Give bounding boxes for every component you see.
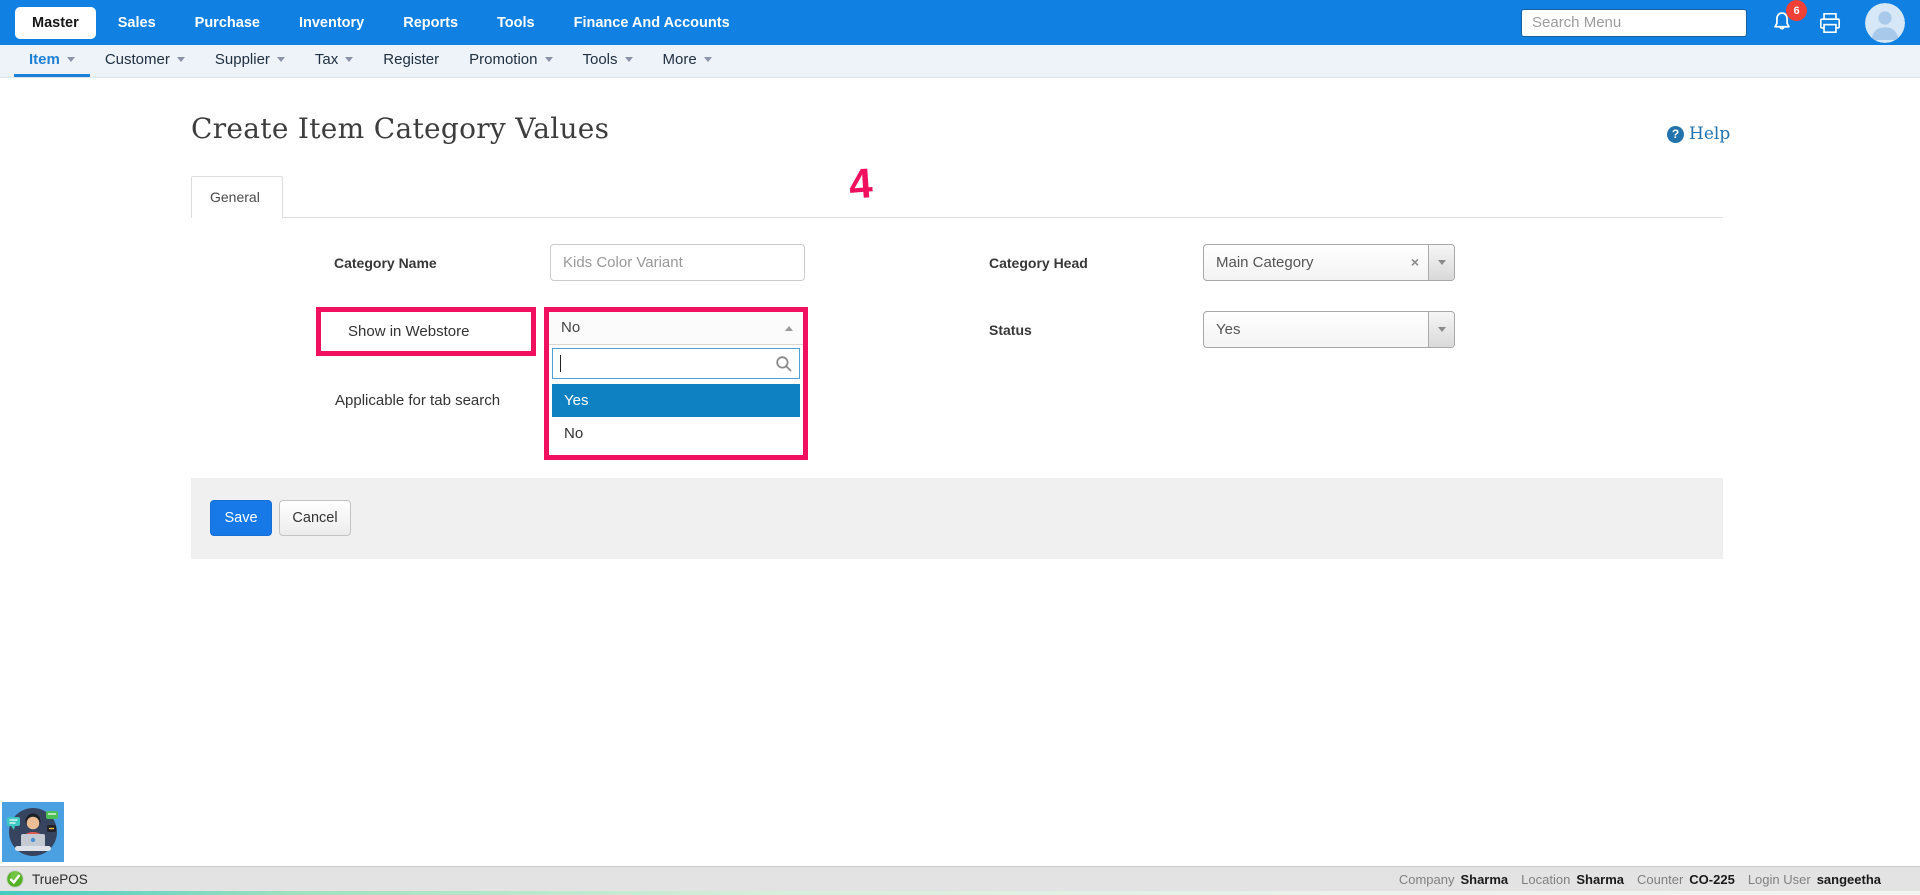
module-navigation-bar: Item Customer Supplier Tax Register Prom… — [0, 45, 1920, 78]
chevron-down-icon — [67, 57, 75, 62]
tab-strip-divider — [191, 217, 1723, 218]
subnav-item-item[interactable]: Item — [14, 45, 90, 77]
topbar-right-group: 6 — [1521, 3, 1905, 43]
status-bar: TruePOS Company Sharma Location Sharma C… — [0, 866, 1920, 891]
help-icon: ? — [1667, 126, 1684, 143]
login-user-value: sangeetha — [1817, 872, 1881, 887]
company-label: Company — [1399, 872, 1455, 887]
chevron-down-icon — [277, 57, 285, 62]
clear-icon[interactable]: × — [1411, 245, 1419, 280]
nav-master-active[interactable]: Master — [15, 7, 96, 39]
dropdown-panel: Yes No — [549, 344, 803, 450]
page-title: Create Item Category Values — [191, 112, 609, 145]
company-info: Company Sharma — [1399, 872, 1508, 887]
location-value: Sharma — [1576, 872, 1624, 887]
dropdown-toggle-button[interactable] — [1428, 245, 1454, 280]
annotation-highlight-show-in-webstore: Show in Webstore — [316, 307, 536, 356]
user-avatar[interactable] — [1865, 3, 1905, 43]
subnav-item-label: Item — [29, 51, 60, 68]
status-select[interactable]: Yes — [1203, 311, 1455, 348]
location-info: Location Sharma — [1521, 872, 1624, 887]
counter-info: Counter CO-225 — [1637, 872, 1735, 887]
nav-sales[interactable]: Sales — [118, 15, 156, 31]
notifications-button[interactable]: 6 — [1769, 9, 1795, 36]
bottom-edge-strip — [0, 891, 1920, 895]
subnav-item-label: Register — [383, 51, 439, 68]
save-button[interactable]: Save — [210, 500, 272, 536]
help-label: Help — [1689, 124, 1730, 144]
subnav-item-customer[interactable]: Customer — [90, 45, 200, 77]
subnav-item-register[interactable]: Register — [368, 45, 454, 77]
form-actions-bar: Save Cancel — [191, 478, 1723, 559]
print-button[interactable] — [1817, 10, 1843, 36]
chevron-down-icon — [1438, 260, 1446, 265]
chevron-down-icon — [345, 57, 353, 62]
application-window: Master Sales Purchase Inventory Reports … — [0, 0, 1920, 895]
nav-inventory[interactable]: Inventory — [299, 15, 364, 31]
tab-general[interactable]: General — [191, 176, 283, 218]
subnav-item-supplier[interactable]: Supplier — [200, 45, 300, 77]
subnav-item-label: Customer — [105, 51, 170, 68]
cancel-button[interactable]: Cancel — [279, 500, 351, 536]
chevron-down-icon — [1438, 327, 1446, 332]
subnav-item-more[interactable]: More — [648, 45, 727, 77]
session-info: Company Sharma Location Sharma Counter C… — [1399, 872, 1881, 887]
nav-reports[interactable]: Reports — [403, 15, 458, 31]
show-in-webstore-current-value: No — [549, 312, 803, 344]
counter-label: Counter — [1637, 872, 1683, 887]
dropdown-search-input[interactable] — [553, 349, 799, 378]
login-user-info: Login User sangeetha — [1748, 872, 1881, 887]
app-name: TruePOS — [32, 872, 88, 887]
show-in-webstore-dropdown-open: No Yes No — [544, 307, 808, 460]
subnav-item-label: Tools — [583, 51, 618, 68]
subnav-item-label: Tax — [315, 51, 338, 68]
subnav-item-promotion[interactable]: Promotion — [454, 45, 567, 77]
help-link[interactable]: ? Help — [1667, 124, 1730, 144]
nav-purchase[interactable]: Purchase — [195, 15, 260, 31]
login-user-label: Login User — [1748, 872, 1811, 887]
subnav-item-label: Supplier — [215, 51, 270, 68]
support-chat-widget[interactable] — [2, 802, 64, 862]
nav-tools[interactable]: Tools — [497, 15, 535, 31]
chevron-down-icon — [177, 57, 185, 62]
annotation-step-number: 4 — [847, 159, 874, 209]
status-value: Yes — [1204, 312, 1454, 347]
chevron-down-icon — [625, 57, 633, 62]
subnav-item-tools[interactable]: Tools — [568, 45, 648, 77]
top-navigation-bar: Master Sales Purchase Inventory Reports … — [0, 0, 1920, 45]
dropdown-option-yes[interactable]: Yes — [552, 384, 800, 417]
applicable-for-tab-search-label: Applicable for tab search — [335, 392, 500, 409]
dropdown-search-box — [552, 348, 800, 379]
show-in-webstore-label: Show in Webstore — [321, 312, 531, 351]
counter-value: CO-225 — [1689, 872, 1735, 887]
text-cursor — [560, 355, 561, 372]
subnav-item-label: More — [663, 51, 697, 68]
company-value: Sharma — [1460, 872, 1508, 887]
person-icon — [1865, 3, 1905, 43]
nav-finance-and-accounts[interactable]: Finance And Accounts — [574, 15, 730, 31]
support-agent-illustration — [2, 802, 64, 862]
category-name-input[interactable] — [550, 244, 805, 281]
location-label: Location — [1521, 872, 1570, 887]
dropdown-options-list: Yes No — [552, 384, 800, 450]
category-head-label: Category Head — [989, 255, 1088, 271]
subnav-item-tax[interactable]: Tax — [300, 45, 368, 77]
dropdown-option-no[interactable]: No — [552, 417, 800, 450]
search-icon — [775, 355, 793, 373]
search-menu-input[interactable] — [1521, 9, 1747, 37]
check-icon — [6, 870, 24, 888]
dropdown-toggle-button[interactable] — [1428, 312, 1454, 347]
show-in-webstore-select[interactable]: No — [549, 312, 803, 344]
notification-count-badge: 6 — [1786, 0, 1807, 21]
chevron-up-icon — [785, 326, 793, 331]
app-identity: TruePOS — [6, 870, 88, 888]
subnav-item-label: Promotion — [469, 51, 537, 68]
category-head-select[interactable]: Main Category × — [1203, 244, 1455, 281]
status-label: Status — [989, 322, 1032, 338]
chevron-down-icon — [704, 57, 712, 62]
printer-icon — [1817, 10, 1843, 36]
chevron-down-icon — [545, 57, 553, 62]
category-name-label: Category Name — [334, 255, 437, 271]
